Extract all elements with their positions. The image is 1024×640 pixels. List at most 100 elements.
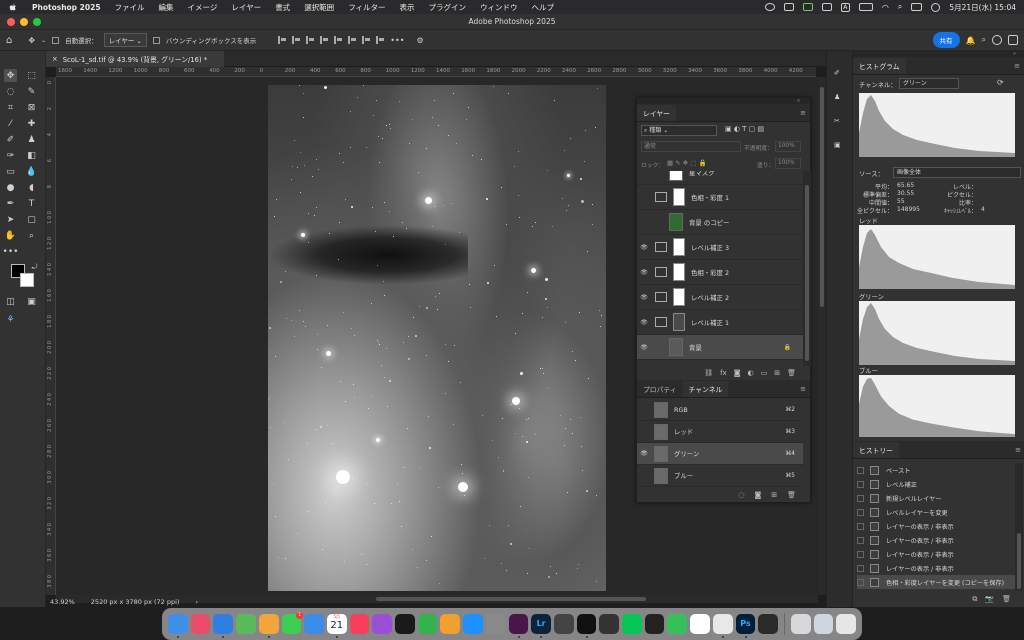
- chevron-down-icon[interactable]: ⌄: [41, 37, 46, 44]
- move-tool-icon[interactable]: ✥: [4, 69, 17, 82]
- quick-select-tool-icon[interactable]: ✎: [25, 85, 38, 98]
- new-layer-icon[interactable]: ⊞: [774, 369, 780, 377]
- minimize-window-button[interactable]: [20, 18, 28, 26]
- brush-settings-icon[interactable]: ✐: [834, 69, 846, 81]
- zoom-tool-icon[interactable]: ⌕: [25, 229, 38, 242]
- panel-menu-icon[interactable]: ≡: [800, 109, 806, 117]
- menu-file[interactable]: ファイル: [115, 2, 145, 13]
- delete-layer-icon[interactable]: 🗑: [787, 369, 796, 377]
- history-brush-source-checkbox[interactable]: [857, 494, 864, 502]
- menu-view[interactable]: 表示: [400, 2, 415, 13]
- layer-mask-thumbnail[interactable]: [673, 238, 685, 256]
- delete-state-icon[interactable]: 🗑: [1002, 595, 1011, 603]
- battery-icon[interactable]: [858, 3, 873, 11]
- tab-channels[interactable]: チャンネル: [682, 381, 729, 397]
- eye-icon[interactable]: 👁: [637, 344, 651, 351]
- align-bottom-icon[interactable]: [362, 36, 371, 44]
- menu-plugins[interactable]: プラグイン: [429, 2, 467, 13]
- menu-layer[interactable]: レイヤー: [231, 2, 261, 13]
- swap-colors-icon[interactable]: ⤾: [28, 261, 41, 274]
- history-state[interactable]: レイヤーの表示 / 非表示: [857, 519, 1017, 533]
- clone-source-icon[interactable]: ♟: [834, 93, 846, 105]
- history-brush-source-checkbox[interactable]: [857, 522, 864, 530]
- crop-tool-icon[interactable]: ⌗: [4, 101, 17, 114]
- align-left-icon[interactable]: [278, 36, 287, 44]
- dock-app-photoshop-icon[interactable]: Ps: [735, 614, 756, 638]
- layer-row[interactable]: 👁 背景 🔒: [637, 335, 803, 360]
- channel-row[interactable]: ブルー ⌘5: [637, 465, 803, 487]
- eye-icon[interactable]: 👁: [637, 294, 651, 301]
- brush-tool-icon[interactable]: ✐: [4, 133, 17, 146]
- blend-mode-dropdown[interactable]: 通常: [641, 141, 741, 152]
- fill-field[interactable]: 100%: [775, 158, 801, 169]
- dock-app-pages-icon[interactable]: [440, 614, 461, 634]
- move-tool-preset-icon[interactable]: ✥: [28, 36, 35, 45]
- spot-healing-tool-icon[interactable]: ✚: [25, 117, 38, 130]
- gradient-tool-icon[interactable]: ▭: [4, 165, 17, 178]
- eye-icon[interactable]: 👁: [637, 269, 651, 276]
- history-menu-icon[interactable]: ≡: [1015, 446, 1021, 454]
- group-folder-icon[interactable]: ▭: [761, 369, 768, 377]
- layer-row[interactable]: 色相・彩度 1: [637, 185, 803, 210]
- eye-icon[interactable]: 👁: [637, 319, 651, 326]
- dock-app-notes-icon[interactable]: [690, 614, 710, 634]
- control-center-icon[interactable]: [911, 3, 923, 11]
- search-icon[interactable]: ⌕: [898, 2, 902, 12]
- dock-app-lightroom-icon[interactable]: Lr: [531, 614, 551, 638]
- history-state[interactable]: ペースト: [857, 463, 1017, 477]
- dock-app-numbers-icon[interactable]: [417, 614, 438, 634]
- layer-row[interactable]: 👁 レベル補正 2: [637, 285, 803, 310]
- layer-row[interactable]: 背景 のコピー: [637, 210, 803, 235]
- blur-tool-icon[interactable]: 💧: [25, 165, 38, 178]
- background-color-swatch[interactable]: [20, 273, 34, 287]
- bell-icon[interactable]: 🔔: [966, 36, 976, 45]
- tab-histogram[interactable]: ヒストグラム: [853, 58, 906, 74]
- dock-app-launchpad-icon[interactable]: [190, 614, 211, 634]
- history-brush-tool-icon[interactable]: ✑: [4, 149, 17, 162]
- dock-app-slack-icon[interactable]: [508, 614, 529, 638]
- edit-toolbar-icon[interactable]: •••: [3, 245, 19, 258]
- load-selection-icon[interactable]: ◌: [738, 491, 744, 499]
- history-brush-source-checkbox[interactable]: [857, 480, 864, 488]
- link-layers-icon[interactable]: ⛓: [704, 369, 713, 377]
- menu-type[interactable]: 書式: [275, 2, 290, 13]
- menu-select[interactable]: 選択範囲: [304, 2, 334, 13]
- refresh-icon[interactable]: ⟳: [997, 78, 1004, 87]
- help-icon[interactable]: [992, 35, 1002, 45]
- history-brush-source-checkbox[interactable]: [857, 564, 864, 572]
- history-state[interactable]: レイヤーの表示 / 非表示: [857, 533, 1017, 547]
- add-mask-icon[interactable]: ◙: [734, 369, 741, 377]
- lasso-tool-icon[interactable]: ◌: [4, 85, 17, 98]
- dock-app-screenshot-icon[interactable]: [758, 614, 778, 634]
- eraser-tool-icon[interactable]: ◧: [25, 149, 38, 162]
- history-state[interactable]: レイヤーの表示 / 非表示: [857, 561, 1017, 575]
- tab-layers[interactable]: レイヤー: [637, 105, 676, 121]
- align-middle-icon[interactable]: [348, 36, 357, 44]
- siri-icon[interactable]: [931, 2, 941, 12]
- filter-icons[interactable]: ▣ ◐ T ▢ ▤: [725, 125, 764, 133]
- dock-app-window-app-icon[interactable]: [813, 614, 834, 634]
- dock-app-maps-icon[interactable]: [236, 614, 256, 634]
- dock-app-finder-icon[interactable]: [168, 614, 188, 638]
- history-brush-source-checkbox[interactable]: [857, 536, 864, 544]
- history-brush-source-checkbox[interactable]: [857, 466, 864, 474]
- menubar-clock[interactable]: 5月21日(水) 15:04: [949, 2, 1016, 13]
- save-selection-icon[interactable]: ◙: [754, 491, 761, 499]
- frame-tool-icon[interactable]: ⊠: [25, 101, 38, 114]
- channel-row[interactable]: 👁 グリーン ⌘4: [637, 443, 803, 465]
- align-center-h-icon[interactable]: [292, 36, 301, 44]
- history-brush-source-checkbox[interactable]: [857, 578, 864, 586]
- type-tool-icon[interactable]: T: [25, 197, 38, 210]
- dock-app-tv-icon[interactable]: [395, 614, 415, 634]
- history-state[interactable]: 色相・彩度レイヤーを変更 (コピーを保存): [857, 575, 1017, 589]
- history-state[interactable]: 新規レベルレイヤー: [857, 491, 1017, 505]
- layer-row[interactable]: 👁 レベル補正 3: [637, 235, 803, 260]
- zoom-level[interactable]: 43.92%: [50, 598, 75, 606]
- creative-cloud-icon[interactable]: [764, 3, 775, 11]
- auto-select-dropdown[interactable]: レイヤー ⌄: [103, 33, 147, 47]
- hand-tool-icon[interactable]: ✋: [4, 229, 17, 242]
- snapshot-camera-icon[interactable]: 📷: [985, 595, 994, 603]
- opacity-field[interactable]: 100%: [775, 141, 801, 152]
- distribute-v-icon[interactable]: [376, 36, 385, 44]
- channel-row[interactable]: レッド ⌘3: [637, 421, 803, 443]
